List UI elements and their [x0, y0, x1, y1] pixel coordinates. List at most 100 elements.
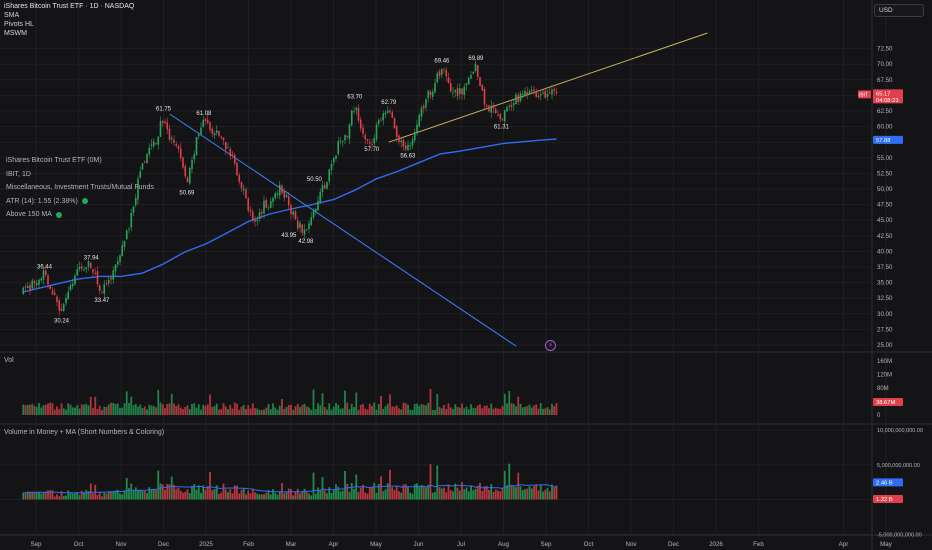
badge-text: 2.46 B: [876, 480, 893, 486]
candle: [447, 77, 450, 84]
volume-bar: [159, 402, 162, 415]
volume-bar: [512, 403, 515, 415]
volume-bar: [533, 405, 535, 415]
info-panel: iShares Bitcoin Trust ETF (0M) IBIT, 1D …: [6, 154, 154, 222]
money-volume-bar: [132, 490, 135, 500]
volume-bar: [301, 404, 304, 415]
money-volume-bar: [141, 490, 144, 500]
money-volume-bar: [332, 489, 335, 500]
candle: [485, 105, 488, 107]
candle: [123, 240, 126, 247]
indicator-sma[interactable]: SMA: [4, 12, 19, 20]
volume-bar: [366, 409, 369, 415]
money-volume-bar: [143, 490, 146, 500]
money-volume-bar: [353, 488, 355, 500]
money-volume-bar: [305, 491, 308, 500]
candle: [200, 127, 202, 135]
candle: [526, 92, 529, 95]
price-tick-label: 55.00: [877, 155, 893, 162]
lightning-icon[interactable]: ⚡: [545, 340, 556, 351]
volume-bar: [377, 403, 380, 415]
volume-bar: [350, 403, 353, 415]
money-volume-bar: [521, 490, 524, 500]
candle: [542, 92, 544, 94]
volume-bar: [553, 405, 556, 415]
volume-bar: [89, 396, 92, 415]
money-volume-bar: [350, 483, 353, 500]
money-volume-bar: [110, 491, 112, 500]
candle: [62, 304, 65, 311]
price-tick-label: 30.00: [877, 311, 893, 318]
candle: [310, 217, 313, 226]
candle: [173, 139, 175, 143]
volume-bar: [188, 409, 191, 415]
money-volume-bar: [443, 487, 445, 500]
indicator-mswm[interactable]: MSWM: [4, 30, 27, 38]
money-volume-bar: [42, 492, 45, 500]
money-volume-bar: [188, 493, 191, 500]
badge-text: 57.88: [876, 138, 891, 144]
volume-bar: [346, 402, 349, 415]
money-volume-bar: [398, 491, 400, 500]
money-volume-bar: [186, 489, 189, 500]
candle: [85, 267, 88, 270]
candle: [483, 89, 486, 105]
money-volume-bar: [245, 494, 247, 500]
money-pane-title[interactable]: Volume in Money + MA (Short Numbers & Co…: [4, 429, 164, 436]
pivot-label: 62.79: [381, 100, 397, 106]
money-volume-bar: [272, 489, 274, 500]
money-volume-bar: [526, 488, 529, 500]
money-volume-bar: [418, 487, 421, 500]
volume-bar: [528, 404, 531, 415]
currency-button[interactable]: USD: [874, 4, 924, 17]
volume-bar: [114, 403, 117, 415]
candle: [251, 211, 254, 220]
volume-bar: [503, 393, 506, 415]
candle: [98, 285, 101, 291]
candle: [58, 300, 61, 311]
chart-canvas[interactable]: 36.44 30.24 37.94 33.47 61.75 50.69 61.08 43.95…: [0, 0, 932, 550]
money-volume-bar: [161, 484, 164, 500]
money-volume-bar: [510, 484, 513, 500]
money-volume-bar: [497, 490, 499, 500]
price-tick-label: 45.00: [877, 217, 893, 224]
candle: [182, 157, 184, 168]
volume-bar: [380, 395, 382, 415]
candle: [128, 228, 130, 230]
candle: [411, 139, 414, 146]
volume-bar: [130, 396, 133, 415]
candle: [87, 260, 90, 267]
candle: [213, 133, 216, 136]
candle: [533, 89, 535, 91]
money-volume-bar: [164, 489, 166, 500]
candle: [501, 119, 504, 120]
money-volume-bar: [553, 487, 556, 500]
candle: [497, 114, 499, 116]
money-volume-bar: [555, 485, 558, 500]
candle: [535, 92, 538, 97]
candle: [301, 224, 304, 233]
money-volume-bar: [391, 487, 394, 500]
candle: [357, 108, 360, 121]
symbol-title[interactable]: iShares Bitcoin Trust ETF · 1D · NASDAQ: [4, 3, 134, 10]
money-volume-bar: [130, 483, 133, 500]
money-volume-bar: [517, 472, 520, 500]
volume-bar: [215, 403, 218, 415]
money-ma-badge: 2.46 B: [873, 478, 903, 487]
money-volume-bar: [65, 495, 67, 500]
volume-pane-title[interactable]: Vol: [4, 357, 14, 364]
volume-bar: [67, 403, 70, 415]
volume-bar: [69, 404, 72, 415]
candle: [490, 105, 493, 113]
candle: [263, 200, 265, 214]
sma-value-badge: 57.88: [873, 135, 903, 144]
status-dot-icon: [81, 198, 88, 205]
volume-bar: [42, 405, 45, 415]
candle: [319, 191, 322, 203]
candle: [398, 135, 400, 142]
volume-bar: [143, 406, 146, 415]
indicator-pivots[interactable]: Pivots HL: [4, 21, 34, 29]
money-volume-bar: [229, 489, 232, 500]
candle: [56, 296, 58, 303]
volume-bar: [26, 404, 29, 415]
